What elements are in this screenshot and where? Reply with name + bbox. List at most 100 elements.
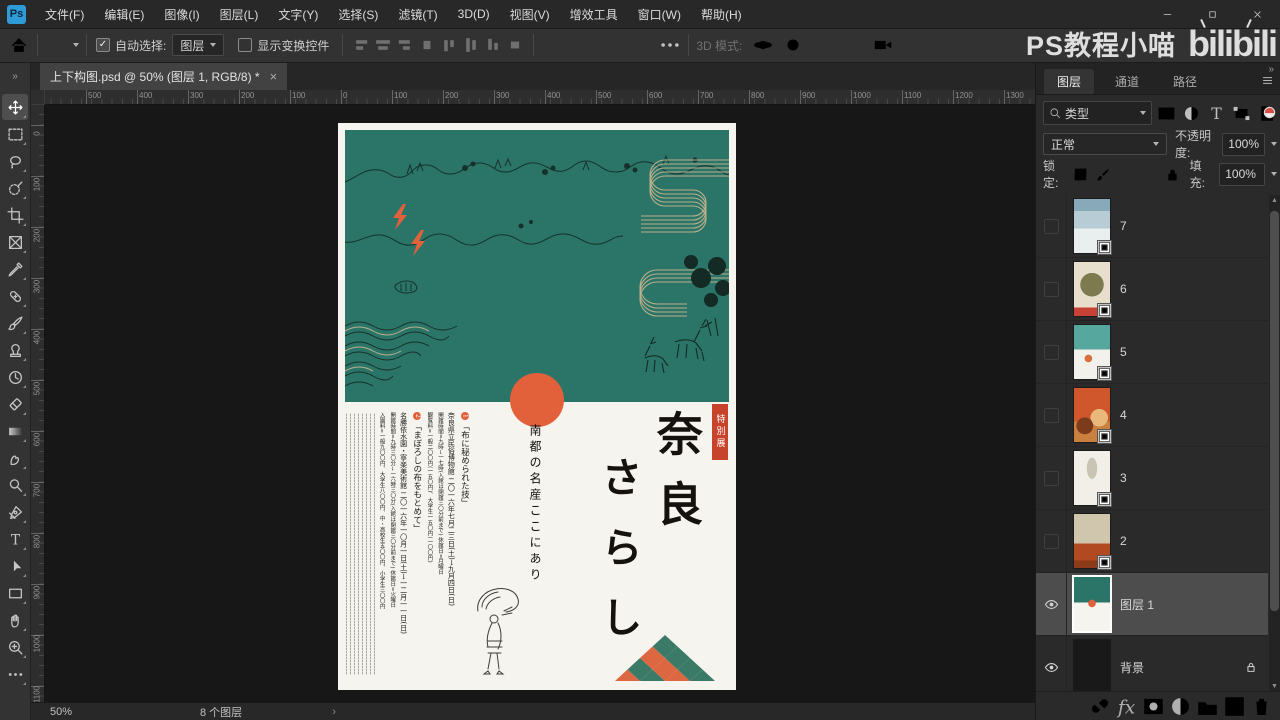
layer-row[interactable]: 2 bbox=[1036, 510, 1268, 573]
healing-tool[interactable] bbox=[2, 283, 28, 309]
tab-通道[interactable]: 通道 bbox=[1102, 69, 1152, 94]
link-icon[interactable] bbox=[1086, 696, 1113, 716]
layer-thumbnail[interactable] bbox=[1074, 199, 1112, 255]
chevron-down-icon[interactable] bbox=[73, 43, 79, 47]
fill-field[interactable]: 100% bbox=[1219, 162, 1265, 186]
menu-item-2[interactable]: 图像(I) bbox=[154, 0, 209, 28]
lasso-tool[interactable] bbox=[2, 148, 28, 174]
menu-item-5[interactable]: 选择(S) bbox=[328, 0, 388, 28]
layer-row[interactable]: 图层 1 bbox=[1036, 573, 1268, 636]
panel-menu-icon[interactable] bbox=[1260, 74, 1275, 87]
layer-thumbnail[interactable] bbox=[1074, 640, 1110, 692]
blend-mode-dropdown[interactable]: 正常 bbox=[1043, 133, 1167, 155]
layer-thumbnail[interactable] bbox=[1074, 262, 1112, 318]
delete-icon[interactable] bbox=[1248, 696, 1275, 716]
home-icon[interactable] bbox=[8, 34, 30, 56]
layer-row[interactable]: 4 bbox=[1036, 384, 1268, 447]
auto-select-checkbox[interactable]: ✓ bbox=[96, 38, 110, 52]
auto-select-target-dropdown[interactable]: 图层 bbox=[172, 34, 225, 56]
menu-item-9[interactable]: 增效工具 bbox=[560, 0, 628, 28]
layer-thumbnail[interactable] bbox=[1074, 325, 1112, 381]
3d-camera-icon[interactable] bbox=[872, 34, 894, 56]
align-left-icon[interactable] bbox=[350, 34, 372, 56]
group-icon[interactable] bbox=[1194, 696, 1221, 716]
layer-thumbnail[interactable] bbox=[1074, 514, 1112, 570]
menu-item-4[interactable]: 文字(Y) bbox=[268, 0, 328, 28]
move-tool-preset-icon[interactable] bbox=[45, 34, 67, 56]
layer-row[interactable]: 7 bbox=[1036, 195, 1268, 258]
layer-name[interactable]: 3 bbox=[1120, 471, 1127, 485]
align-top-icon[interactable] bbox=[438, 34, 460, 56]
menu-item-0[interactable]: 文件(F) bbox=[35, 0, 94, 28]
zoom-level-field[interactable]: 50% bbox=[50, 706, 130, 718]
lock-transparent-icon[interactable] bbox=[1071, 165, 1090, 184]
layer-name[interactable]: 7 bbox=[1120, 219, 1127, 233]
visibility-toggle[interactable] bbox=[1036, 510, 1067, 572]
maximize-button[interactable] bbox=[1190, 0, 1235, 28]
layer-name[interactable]: 背景 bbox=[1120, 659, 1144, 676]
new-layer-icon[interactable] bbox=[1221, 696, 1248, 716]
stamp-tool[interactable] bbox=[2, 337, 28, 363]
layer-thumbnail[interactable] bbox=[1074, 451, 1112, 507]
align-right-icon[interactable] bbox=[394, 34, 416, 56]
lock-pixels-icon[interactable] bbox=[1094, 165, 1113, 184]
3d-roll-icon[interactable] bbox=[782, 34, 804, 56]
filter-type-dropdown[interactable]: 类型 bbox=[1043, 101, 1152, 125]
lock-all-icon[interactable] bbox=[1163, 165, 1182, 184]
distribute-v-icon[interactable] bbox=[504, 34, 526, 56]
layer-row[interactable]: 6 bbox=[1036, 258, 1268, 321]
filter-toggle-icon[interactable] bbox=[1262, 105, 1277, 120]
history-brush-tool[interactable] bbox=[2, 364, 28, 390]
show-transform-checkbox[interactable] bbox=[238, 38, 253, 52]
toolbar-collapse-icon[interactable]: » bbox=[0, 62, 31, 90]
fx-icon[interactable]: fx bbox=[1113, 696, 1140, 718]
layer-row[interactable]: 5 bbox=[1036, 321, 1268, 384]
visibility-toggle[interactable] bbox=[1036, 321, 1067, 383]
scroll-down-icon[interactable]: ▼ bbox=[1269, 683, 1280, 690]
3d-orbit-icon[interactable] bbox=[752, 34, 774, 56]
type-filter-icon[interactable]: T bbox=[1206, 103, 1227, 124]
pixel-filter-icon[interactable] bbox=[1156, 103, 1177, 124]
close-tab-icon[interactable]: × bbox=[270, 69, 278, 84]
layer-name[interactable]: 4 bbox=[1120, 408, 1127, 422]
layer-name[interactable]: 2 bbox=[1120, 534, 1127, 548]
menu-item-7[interactable]: 3D(D) bbox=[448, 0, 500, 28]
brush-tool[interactable] bbox=[2, 310, 28, 336]
3d-slide-icon[interactable] bbox=[842, 34, 864, 56]
frame-tool[interactable] bbox=[2, 229, 28, 255]
visibility-toggle[interactable] bbox=[1036, 573, 1067, 635]
eyedropper-tool[interactable] bbox=[2, 256, 28, 282]
3d-pan-icon[interactable] bbox=[812, 34, 834, 56]
layer-row[interactable]: 背景 bbox=[1036, 636, 1268, 692]
align-center-v-icon[interactable] bbox=[460, 34, 482, 56]
rectangle-tool[interactable] bbox=[2, 580, 28, 606]
visibility-toggle[interactable] bbox=[1036, 258, 1067, 320]
tab-图层[interactable]: 图层 bbox=[1044, 69, 1095, 94]
menu-item-11[interactable]: 帮助(H) bbox=[691, 0, 752, 28]
mask-icon[interactable] bbox=[1140, 696, 1167, 716]
close-button[interactable] bbox=[1235, 0, 1280, 28]
scroll-up-icon[interactable]: ▲ bbox=[1269, 197, 1280, 204]
vertical-ruler[interactable]: 0 100 200 300 400 500 600 700 800 900 1000 1100 bbox=[30, 104, 45, 702]
ruler-origin[interactable] bbox=[30, 90, 45, 105]
visibility-toggle[interactable] bbox=[1036, 195, 1067, 257]
type-tool[interactable]: T bbox=[2, 526, 28, 552]
poster-canvas[interactable]: 特別展 奈良 さらし 南都の名産ここにあり 1「布に秘められた技」 奈良県立民俗博… bbox=[338, 123, 736, 690]
visibility-toggle[interactable] bbox=[1036, 384, 1067, 446]
smudge-tool[interactable] bbox=[2, 445, 28, 471]
horizontal-ruler[interactable]: 500 400 300 200 100 0 100 200 300 400 500 600 700 800… bbox=[30, 90, 1035, 105]
object-select-tool[interactable] bbox=[2, 175, 28, 201]
distribute-h-icon[interactable] bbox=[416, 34, 438, 56]
move-tool[interactable] bbox=[2, 94, 28, 120]
adjustment-icon[interactable] bbox=[1167, 696, 1194, 716]
menu-item-6[interactable]: 滤镜(T) bbox=[388, 0, 447, 28]
ellipsis-tool[interactable] bbox=[2, 661, 28, 687]
crop-tool[interactable] bbox=[2, 202, 28, 228]
menu-item-8[interactable]: 视图(V) bbox=[500, 0, 560, 28]
hand-tool[interactable] bbox=[2, 607, 28, 633]
menu-item-3[interactable]: 图层(L) bbox=[210, 0, 269, 28]
layer-thumbnail[interactable] bbox=[1074, 388, 1112, 444]
lock-artboard-icon[interactable] bbox=[1140, 165, 1159, 184]
pen-tool[interactable] bbox=[2, 499, 28, 525]
path-select-tool[interactable] bbox=[2, 553, 28, 579]
